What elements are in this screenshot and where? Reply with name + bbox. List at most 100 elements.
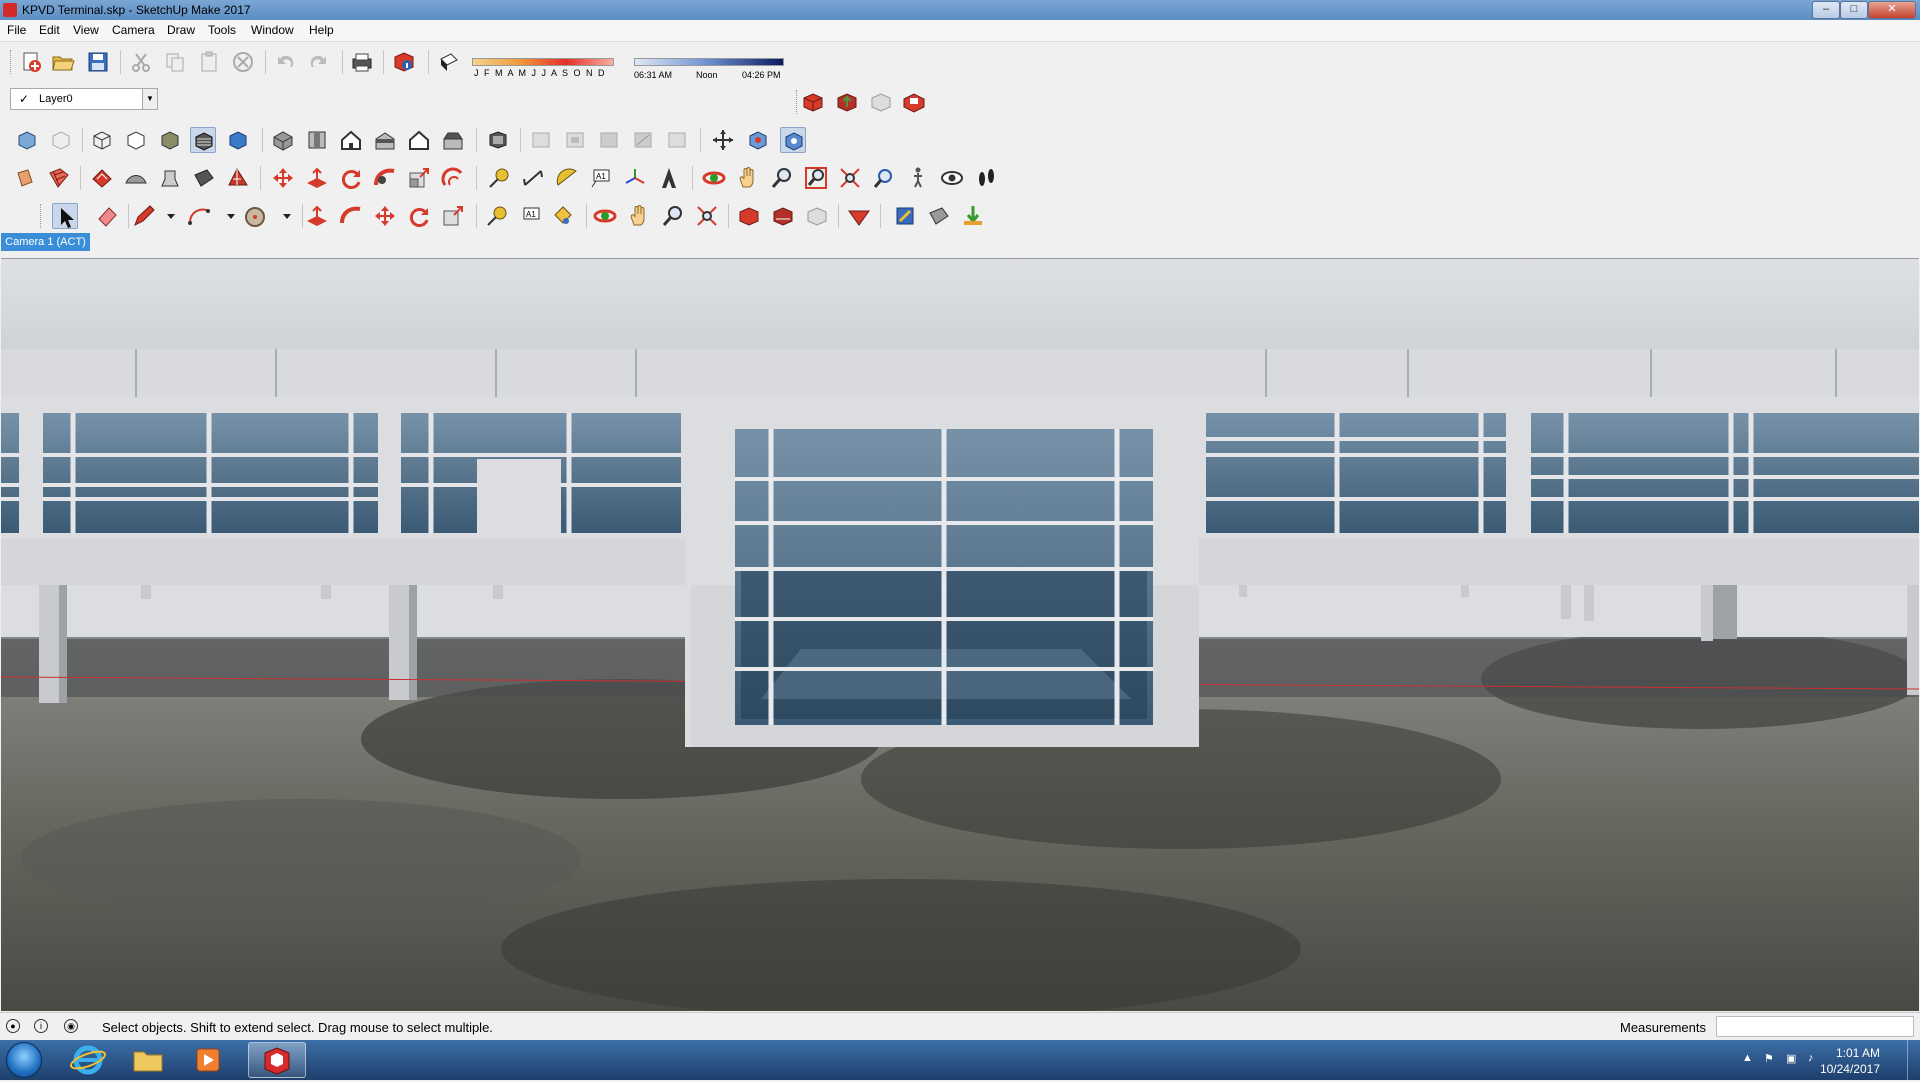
tape-measure-small-icon[interactable] [484,203,510,229]
add-detail-icon[interactable] [225,165,251,191]
layer-dropdown[interactable]: ✓ Layer0 ▼ [10,88,158,110]
share-model-small-icon[interactable] [770,203,796,229]
save-icon[interactable] [85,49,111,75]
network-icon[interactable]: ▣ [1786,1052,1800,1066]
paste-icon[interactable] [196,49,222,75]
dimension-icon[interactable] [520,165,546,191]
close-button[interactable]: ✕ [1868,1,1916,19]
sandbox-grid-icon[interactable] [46,165,72,191]
right-view-icon[interactable] [372,127,398,153]
paint-bucket-icon[interactable] [12,165,38,191]
modeling-viewport[interactable] [1,258,1919,1011]
show-desktop-button[interactable] [1907,1040,1920,1080]
copy-icon[interactable] [162,49,188,75]
zoom-extents-small-icon[interactable] [694,203,720,229]
follow-me-icon[interactable] [372,165,398,191]
iso-view-icon[interactable] [270,127,296,153]
from-contours-icon[interactable] [89,165,115,191]
layout-send-icon[interactable] [892,203,918,229]
taskbar-media-player[interactable] [180,1042,236,1078]
drape-icon[interactable] [191,165,217,191]
geolocation-icon[interactable]: ● [6,1019,20,1033]
arc-tools-dropdown-icon[interactable] [218,203,235,229]
back-edges-style-icon[interactable] [48,127,74,153]
import-icon[interactable] [960,203,986,229]
front-view-icon[interactable] [338,127,364,153]
user-account-icon[interactable]: ◉ [64,1019,78,1033]
start-button[interactable] [6,1042,42,1078]
menu-view[interactable]: View [73,23,99,37]
undo-icon[interactable] [272,49,298,75]
measurements-input[interactable] [1716,1016,1914,1037]
scale-icon[interactable] [406,165,432,191]
menu-help[interactable]: Help [309,23,334,37]
smoove-icon[interactable] [123,165,149,191]
rotate-small-icon[interactable] [406,203,432,229]
share-component-small-icon[interactable] [804,203,830,229]
move-small-icon[interactable] [372,203,398,229]
taskbar-sketchup[interactable] [248,1042,306,1078]
extension-manager-icon[interactable] [926,203,952,229]
footprints-icon[interactable] [973,165,999,191]
model-info-icon[interactable] [391,49,417,75]
position-camera-icon[interactable] [710,127,736,153]
orbit-icon[interactable] [701,165,727,191]
line-pencil-icon[interactable] [131,203,157,229]
menu-camera[interactable]: Camera [112,23,155,37]
display-section-planes-icon[interactable] [528,127,554,153]
previous-view-icon[interactable] [871,165,897,191]
wireframe-style-icon[interactable] [89,127,115,153]
left-view-icon[interactable] [440,127,466,153]
share-component-icon[interactable] [868,89,894,115]
section-fill-icon[interactable] [596,127,622,153]
scene-tab-camera-1[interactable]: Camera 1 (ACT) [1,233,90,251]
scale-small-icon[interactable] [440,203,466,229]
menu-file[interactable]: File [7,23,26,37]
minimize-button[interactable]: – [1812,1,1840,19]
open-folder-icon[interactable] [50,49,76,75]
section-create-icon[interactable] [630,127,656,153]
month-slider[interactable] [472,58,614,66]
print-icon[interactable] [349,49,375,75]
show-hidden-icons-icon[interactable]: ▲ [1742,1052,1756,1066]
text-icon[interactable]: A1 [588,165,614,191]
warehouse-small-icon[interactable] [736,203,762,229]
menu-tools[interactable]: Tools [208,23,236,37]
toolbar-grip[interactable] [40,204,44,228]
taskbar-file-explorer[interactable] [120,1042,176,1078]
display-section-cuts-icon[interactable] [562,127,588,153]
shapes-circle-icon[interactable] [242,203,268,229]
taskbar-internet-explorer[interactable] [60,1042,116,1078]
protractor-icon[interactable] [554,165,580,191]
menu-edit[interactable]: Edit [39,23,60,37]
zoom-extents-icon[interactable] [837,165,863,191]
xray-style-icon[interactable] [14,127,40,153]
action-center-flag-icon[interactable]: ⚑ [1764,1052,1778,1066]
orbit-small-icon[interactable] [592,203,618,229]
new-file-icon[interactable] [18,49,44,75]
camera-scene-icon[interactable] [780,127,806,153]
shape-tools-dropdown-icon[interactable] [274,203,291,229]
maximize-button[interactable]: □ [1840,1,1868,19]
extension-warehouse-icon[interactable] [901,89,927,115]
3d-text-icon[interactable] [656,165,682,191]
axes-icon[interactable] [622,165,648,191]
hidden-line-style-icon[interactable] [123,127,149,153]
follow-me-small-icon[interactable] [338,203,364,229]
chevron-down-icon[interactable]: ▼ [142,89,157,109]
stamp-icon[interactable] [157,165,183,191]
match-photo-icon[interactable] [745,127,771,153]
push-pull-small-icon[interactable] [304,203,330,229]
cut-icon[interactable] [128,49,154,75]
menu-draw[interactable]: Draw [167,23,195,37]
pan-small-icon[interactable] [626,203,652,229]
toolbar-grip[interactable] [10,50,14,74]
pan-icon[interactable] [735,165,761,191]
walk-icon[interactable] [905,165,931,191]
clock-date[interactable]: 10/24/2017 [1800,1062,1880,1076]
select-arrow-icon[interactable] [52,203,78,229]
menu-window[interactable]: Window [251,23,294,37]
line-tools-dropdown-icon[interactable] [158,203,175,229]
shaded-with-textures-style-icon[interactable] [190,127,216,153]
move-icon[interactable] [270,165,296,191]
